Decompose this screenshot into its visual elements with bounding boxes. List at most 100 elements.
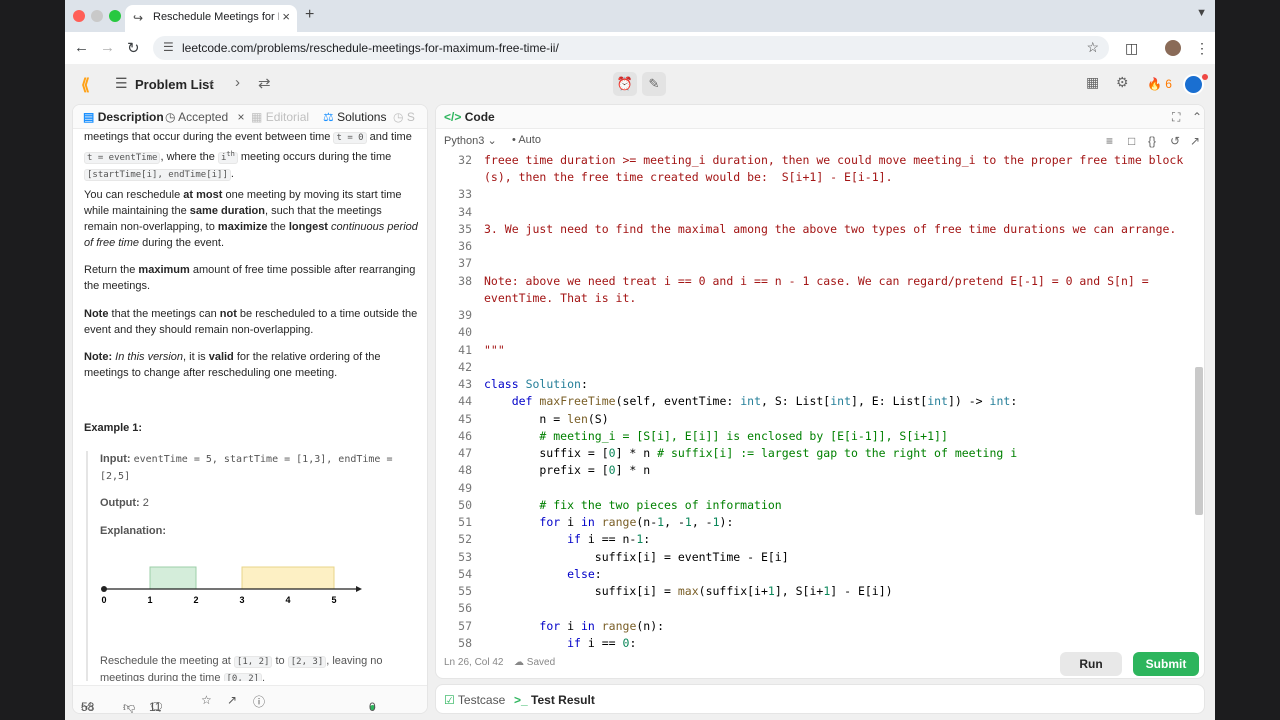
description-para-4: Note that the meetings can not be resche… xyxy=(84,308,418,336)
browser-toolbar: ← → ↻ ☰ leetcode.com/problems/reschedule… xyxy=(65,32,1215,64)
address-bar[interactable]: ☰ leetcode.com/problems/reschedule-meeti… xyxy=(153,36,1109,60)
user-avatar[interactable] xyxy=(1183,74,1204,95)
description-para-2: You can reschedule at most one meeting b… xyxy=(84,189,418,249)
timeline-origin xyxy=(101,586,107,592)
checkbox-icon: ☑ xyxy=(444,693,455,707)
clock-icon: ◷ xyxy=(165,110,176,124)
leetcode-favicon-icon: ↪ xyxy=(133,11,144,25)
url-text[interactable]: leetcode.com/problems/reschedule-meeting… xyxy=(182,41,559,55)
close-tab-icon[interactable]: × xyxy=(282,9,290,24)
code-panel: </> Code ⛶ ⌃ Python3 ⌄ • Auto ≡ □ {} ↺ ↗… xyxy=(435,104,1205,679)
tab-editorial[interactable]: ▦ Editorial xyxy=(251,110,309,124)
random-problem-icon[interactable]: ⇄ xyxy=(258,74,271,92)
reset-icon[interactable]: ↺ xyxy=(1170,134,1180,148)
notes-icon[interactable]: ✎ xyxy=(642,72,666,96)
auto-mode[interactable]: • Auto xyxy=(512,134,541,146)
meeting-2-block xyxy=(241,566,335,590)
tick-3: 3 xyxy=(239,595,244,605)
bookmark-icon[interactable]: □ xyxy=(1128,134,1135,148)
settings-gear-icon[interactable]: ⚙ xyxy=(1116,74,1129,91)
share-icon[interactable]: ↗ xyxy=(227,693,237,707)
browser-window: ↪ Reschedule Meetings for Maximum Free T… xyxy=(65,0,1215,720)
tab-search-icon[interactable]: ▼ xyxy=(1196,7,1207,19)
fullscreen-icon[interactable]: ↗ xyxy=(1190,134,1200,148)
notification-dot xyxy=(1202,74,1208,80)
thumbs-down-icon: 👎︎ xyxy=(123,700,136,714)
timeline-arrow xyxy=(356,586,362,592)
close-tab-accepted-icon[interactable]: × xyxy=(238,110,245,124)
editor-scrollbar[interactable] xyxy=(1195,367,1203,515)
tab-testcase[interactable]: ☑ Testcase xyxy=(444,693,505,707)
timeline-diagram: 0 1 2 3 4 5 xyxy=(100,561,370,614)
description-panel: ▤ Description ◷ Accepted × ▦ Editorial ⚖… xyxy=(72,104,428,714)
run-button[interactable]: Run xyxy=(1060,652,1122,676)
bookmark-star-icon[interactable]: ☆ xyxy=(1086,39,1099,56)
browser-tab[interactable]: ↪ Reschedule Meetings for Maximum Free T… xyxy=(125,5,297,32)
profile-avatar[interactable] xyxy=(1165,40,1181,56)
description-para-3: Return the maximum amount of free time p… xyxy=(84,264,416,292)
next-problem-icon[interactable]: › xyxy=(235,74,240,91)
tab-code[interactable]: </> Code xyxy=(444,110,495,124)
editor-toolbar: Python3 ⌄ • Auto ≡ □ {} ↺ ↗ xyxy=(436,129,1204,153)
braces-icon[interactable]: {} xyxy=(1148,134,1156,148)
tab-strip: ↪ Reschedule Meetings for Maximum Free T… xyxy=(65,0,1215,32)
example-reschedule-note: Reschedule the meeting at [1, 2] to [2, … xyxy=(100,653,410,681)
description-para-5: Note: In this version, it is valid for t… xyxy=(84,351,381,379)
extensions-icon[interactable]: ◫ xyxy=(1125,40,1138,57)
example-block: Input: eventTime = 5, startTime = [1,3],… xyxy=(86,451,416,681)
back-icon[interactable]: ← xyxy=(74,39,89,56)
help-icon[interactable]: ⓘ xyxy=(253,693,265,710)
streak-count: 6 xyxy=(1165,77,1172,91)
editor-footer: Ln 26, Col 42 ☁ Saved ☃ Run Submit xyxy=(436,648,1204,678)
tick-0: 0 xyxy=(101,595,106,605)
problem-list-link[interactable]: Problem List xyxy=(135,77,214,92)
chevron-down-icon: ⌄ xyxy=(487,135,497,147)
language-select[interactable]: Python3 ⌄ xyxy=(444,134,497,147)
leetcode-logo-icon[interactable]: ⟪ xyxy=(81,75,90,95)
tab-accepted[interactable]: ◷ Accepted × xyxy=(165,110,245,124)
history-icon: ◷ xyxy=(393,110,404,124)
example-title: Example 1: xyxy=(84,422,143,434)
favorite-star-icon[interactable]: ☆ xyxy=(201,693,212,707)
description-icon: ▤ xyxy=(83,110,95,124)
tab-test-result[interactable]: >_ Test Result xyxy=(514,693,595,707)
zoom-window-button[interactable] xyxy=(109,10,121,22)
tab-submissions[interactable]: ◷ S xyxy=(393,110,415,124)
site-info-icon[interactable]: ☰ xyxy=(163,40,174,54)
forward-icon[interactable]: → xyxy=(100,39,115,56)
tab-solutions[interactable]: ⚖ Solutions xyxy=(323,110,386,124)
prev-problem-icon[interactable]: ‹ xyxy=(209,74,214,91)
tab-title: Reschedule Meetings for Maximum Free Tim… xyxy=(153,11,279,23)
new-tab-icon[interactable]: + xyxy=(305,6,314,24)
browser-menu-icon[interactable]: ⋮ xyxy=(1195,40,1209,57)
reload-icon[interactable]: ↻ xyxy=(127,39,140,57)
minimize-window-button[interactable] xyxy=(91,10,103,22)
timer-icon[interactable]: ⏰ xyxy=(613,72,637,96)
example-explanation: Explanation: xyxy=(100,525,167,537)
cloud-icon: ☁ xyxy=(514,657,524,668)
close-window-button[interactable] xyxy=(73,10,85,22)
layout-icon[interactable]: ▦ xyxy=(1086,74,1099,91)
console-panel: ☑ Testcase >_ Test Result xyxy=(435,684,1205,714)
example-input: Input: eventTime = 5, startTime = [1,3],… xyxy=(100,453,393,482)
left-panel-tabs: ▤ Description ◷ Accepted × ▦ Editorial ⚖… xyxy=(73,105,427,129)
problem-list-icon[interactable]: ☰ xyxy=(115,75,128,92)
problem-description: meetings that occur during the event bet… xyxy=(84,129,418,681)
timeline-svg: 0 1 2 3 4 5 xyxy=(101,566,362,605)
format-icon[interactable]: ≡ xyxy=(1106,134,1113,148)
save-status: ☁ Saved xyxy=(514,657,556,668)
tab-description[interactable]: ▤ Description xyxy=(83,110,164,124)
tick-4: 4 xyxy=(285,595,290,605)
book-icon: ▦ xyxy=(251,110,263,124)
terminal-icon: >_ xyxy=(514,693,528,707)
maximize-icon[interactable]: ⛶ xyxy=(1172,110,1180,125)
description-para-1: meetings that occur during the event bet… xyxy=(84,131,412,181)
cursor-position: Ln 26, Col 42 xyxy=(444,657,504,668)
code-editor[interactable]: 32 freee time duration >= meeting_i durat… xyxy=(436,153,1204,649)
submit-button[interactable]: Submit xyxy=(1133,652,1199,676)
tick-5: 5 xyxy=(331,595,336,605)
description-footer: 👍︎ 58 👎︎ 🗨︎ 11 ☆ ↗ ⓘ ● 0 Online xyxy=(73,685,427,713)
streak-counter[interactable]: 🔥 6 xyxy=(1147,77,1172,91)
collapse-icon[interactable]: ⌃ xyxy=(1192,110,1202,124)
code-icon: </> xyxy=(444,110,462,124)
